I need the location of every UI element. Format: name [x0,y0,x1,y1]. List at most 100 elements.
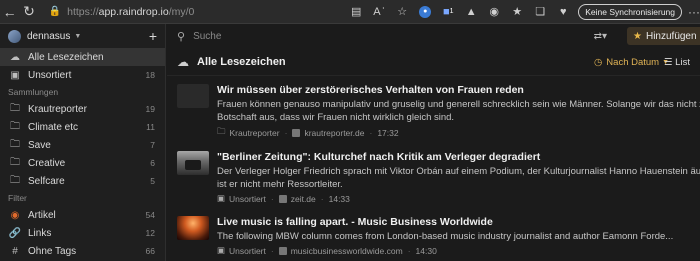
sidebar-item-selfcare[interactable]: 🗀 Selfcare 5 [0,172,165,190]
item-time: 14:33 [328,193,350,204]
url-domain: app.raindrop.io [98,5,169,18]
page-title: Alle Lesezeichen [197,55,286,68]
item-count: 5 [150,176,155,186]
sidebar-item-label: Save [28,139,51,151]
favicon-icon [278,246,287,255]
item-count: 6 [150,158,155,168]
sidebar-item-krautreporter[interactable]: 🗀 Krautreporter 19 [0,100,165,118]
inbox-icon: ▣ [217,193,226,203]
extension-dark-icon[interactable]: ◉ [485,3,503,21]
item-collection: Unsortiert [229,245,266,256]
view-mode-dropdown[interactable]: ☰ List [664,57,690,68]
item-time: 17:32 [377,128,399,138]
extension-badge-count: 1 [449,8,454,15]
cloud-icon: ☁ [177,54,189,69]
sidebar-item-articles[interactable]: ◉ Artikel 54 [0,206,165,224]
sidebar-item-untagged[interactable]: # Ohne Tags 66 [0,242,165,260]
sidebar-item-label: Alle Lesezeichen [28,51,104,63]
tag-icon: # [12,245,18,257]
sidebar-item-label: Unsortiert [28,69,72,81]
search-input[interactable] [193,30,374,42]
avatar [8,29,21,43]
item-collection: Unsortiert [229,193,266,204]
item-meta: ▣ Unsortiert · zeit.de · 14:33 [217,193,350,204]
sidebar-item-climate-etc[interactable]: 🗀 Climate etc 11 [0,118,165,136]
collections-icon[interactable]: ❏ [531,3,549,21]
item-count: 66 [145,246,155,256]
list-icon: ☰ [664,57,673,68]
extension-privacy-icon[interactable]: ● [416,3,434,21]
favicon-icon [278,194,287,203]
sidebar: dennasus ▼ + ☁ Alle Lesezeichen ▣ Unsort… [0,24,166,261]
favorite-star-icon[interactable]: ☆ [393,3,411,21]
url-path: /my/0 [168,5,195,18]
item-count: 11 [146,122,155,132]
item-count: 12 [145,228,155,238]
sidebar-item-label: Selfcare [28,175,65,187]
item-meta: ▣ Unsortiert · musicbusinessworldwide.co… [217,245,437,256]
sidebar-item-unsorted[interactable]: ▣ Unsortiert 18 [0,66,165,84]
favorites-icon[interactable]: ★ [508,3,526,21]
sidebar-item-creative[interactable]: 🗀 Creative 6 [0,154,165,172]
browser-toolbar: ← ↻ 🔒 https://app.raindrop.io/my/0 ▤ A ʿ… [0,0,700,24]
reload-icon[interactable]: ↻ [19,1,38,23]
back-icon[interactable]: ← [0,1,19,23]
sidebar-item-label: Links [28,227,52,239]
address-bar[interactable]: 🔒 https://app.raindrop.io/my/0 [43,3,334,21]
favicon-icon [292,129,301,137]
item-description: The following MBW column comes from Lond… [217,231,674,242]
sort-dropdown[interactable]: ◷ Nach Datum ▼ [594,57,669,68]
folder-icon: 🗀 [10,138,20,150]
extension-badge-icon[interactable]: ■ 1 [439,3,457,21]
item-title[interactable]: "Berliner Zeitung": Kulturchef nach Krit… [217,151,700,165]
item-title[interactable]: Wir müssen über zerstörerisches Verhalte… [217,84,700,98]
folder-icon: 🗀 [10,174,20,186]
item-title[interactable]: Live music is falling apart. - Music Bus… [217,216,700,230]
user-menu[interactable]: dennasus ▼ + [0,24,165,48]
browser-essentials-icon[interactable]: ♥ [554,3,572,21]
reader-mode-icon[interactable]: ▤ [347,3,365,21]
folder-icon: 🗀 [10,102,20,114]
raindrop-extension-icon[interactable]: ▲ [462,3,480,21]
add-collection-icon[interactable]: + [149,28,157,44]
star-icon: ★ [633,30,642,42]
lock-icon: 🔒 [48,6,62,17]
item-description: Frauen können genauso manipulativ und gr… [217,99,700,110]
item-domain: krautreporter.de [304,128,365,138]
item-collection: Krautreporter [229,128,280,138]
main-content: ⚲ ⇄▾ ★ Hinzufügen ☁ Alle Lesezeichen ◷ N… [167,24,700,261]
search-icon: ⚲ [177,30,186,43]
sidebar-item-label: Krautreporter [28,103,87,115]
sidebar-item-links[interactable]: 🔗 Links 12 [0,224,165,242]
inbox-icon: ▣ [217,245,226,255]
item-domain: zeit.de [290,193,316,204]
item-description: Der Verleger Holger Friedrich sprach mit… [217,166,700,177]
sidebar-item-label: Artikel [28,209,56,221]
url-text: https://app.raindrop.io/my/0 [67,6,194,18]
cloud-icon: ☁ [10,51,20,63]
article-icon: ◉ [10,209,20,221]
sync-button[interactable]: Keine Synchronisierung [578,3,683,20]
filter-icon[interactable]: ⇄▾ [594,31,607,42]
item-count: 7 [150,140,155,150]
item-domain: musicbusinessworldwide.com [290,245,403,256]
item-thumbnail [177,84,209,108]
sidebar-item-label: Climate etc [28,121,79,133]
read-aloud-icon[interactable]: A ʿ [370,3,388,21]
item-thumbnail [177,151,209,175]
sort-label: Nach Datum [606,57,660,68]
sidebar-item-save[interactable]: 🗀 Save 7 [0,136,165,154]
section-filter: Filter [8,193,27,203]
clock-icon: ◷ [594,57,603,68]
section-collections: Sammlungen [8,87,59,97]
folder-icon: 🗀 [217,126,226,136]
add-bookmark-button[interactable]: ★ Hinzufügen [627,27,700,45]
username: dennasus [27,30,71,42]
add-button-label: Hinzufügen [645,30,697,42]
sidebar-item-all-bookmarks[interactable]: ☁ Alle Lesezeichen [0,48,165,66]
item-count: 54 [145,210,155,220]
item-count: 18 [145,70,155,80]
more-menu-icon[interactable]: ··· [688,5,700,19]
folder-icon: 🗀 [10,156,20,168]
inbox-icon: ▣ [10,69,20,81]
